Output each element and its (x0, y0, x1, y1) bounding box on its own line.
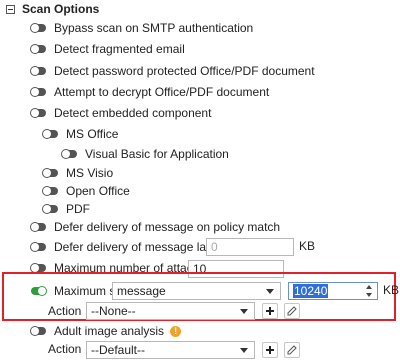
toggle-open-office[interactable] (43, 187, 58, 195)
scan-options-header[interactable]: Scan Options (6, 0, 99, 18)
edit-icon[interactable] (284, 342, 300, 358)
toggle-ms-visio[interactable] (43, 169, 58, 177)
label-ms-office: MS Office (66, 127, 119, 141)
label-decrypt: Attempt to decrypt Office/PDF document (54, 85, 270, 99)
max-size-select-value: message (117, 284, 166, 298)
toggle-password-protected[interactable] (31, 67, 46, 75)
toggle-vba[interactable] (62, 150, 77, 158)
option-fragmented: Detect fragmented email (31, 40, 185, 58)
option-ms-office: MS Office (43, 125, 118, 143)
label-defer-policy: Defer delivery of message on policy matc… (54, 220, 281, 234)
max-size-unit: KB (383, 283, 400, 297)
label-open-office: Open Office (66, 184, 130, 198)
max-size-select[interactable]: message (112, 282, 281, 300)
label-password-protected: Detect password protected Office/PDF doc… (54, 64, 315, 78)
chevron-down-icon (240, 348, 248, 353)
adult-action-select[interactable]: --Default-- (86, 341, 255, 359)
toggle-pdf[interactable] (43, 205, 58, 213)
option-defer-policy: Defer delivery of message on policy matc… (31, 218, 280, 236)
spinner-icon[interactable] (366, 285, 373, 297)
label-bypass-smtp: Bypass scan on SMTP authentication (54, 21, 254, 35)
defer-larger-input[interactable]: 0 (206, 238, 294, 256)
max-size-input[interactable]: 10240 (288, 282, 378, 300)
section-title: Scan Options (22, 2, 100, 16)
toggle-max-attachment[interactable] (31, 264, 46, 272)
defer-larger-unit: KB (299, 239, 316, 253)
edit-icon[interactable] (284, 303, 300, 319)
adult-action-label: Action (48, 342, 82, 356)
label-vba: Visual Basic for Application (85, 147, 229, 161)
label-adult-image: Adult image analysis (54, 324, 165, 338)
label-fragmented: Detect fragmented email (54, 42, 185, 56)
option-adult-image: Adult image analysis ! (31, 322, 182, 340)
label-pdf: PDF (66, 202, 90, 216)
toggle-bypass-smtp[interactable] (31, 24, 46, 32)
chevron-down-icon (266, 289, 274, 294)
toggle-embedded[interactable] (31, 109, 46, 117)
toggle-defer-larger[interactable] (31, 243, 46, 251)
action-label: Action (48, 304, 82, 318)
collapse-icon[interactable] (6, 4, 15, 14)
option-ms-visio: MS Visio (43, 164, 113, 182)
chevron-down-icon (240, 309, 248, 314)
action-select-value: --None-- (91, 304, 136, 318)
option-password-protected: Detect password protected Office/PDF doc… (31, 62, 315, 80)
adult-action-select-value: --Default-- (91, 343, 146, 357)
toggle-ms-office[interactable] (43, 130, 58, 138)
option-bypass-smtp: Bypass scan on SMTP authentication (31, 19, 253, 37)
action-select[interactable]: --None-- (86, 302, 255, 320)
toggle-decrypt[interactable] (31, 88, 46, 96)
option-embedded: Detect embedded component (31, 104, 211, 122)
label-embedded: Detect embedded component (54, 106, 212, 120)
option-vba: Visual Basic for Application (62, 145, 229, 163)
max-size-value: 10240 (293, 284, 329, 298)
label-ms-visio: MS Visio (66, 166, 114, 180)
option-pdf: PDF (43, 200, 90, 218)
toggle-adult-image[interactable] (31, 327, 46, 335)
option-open-office: Open Office (43, 182, 130, 200)
add-icon[interactable] (262, 303, 278, 319)
add-icon[interactable] (262, 342, 278, 358)
toggle-defer-policy[interactable] (31, 223, 46, 231)
toggle-max-size[interactable] (31, 287, 46, 295)
option-decrypt: Attempt to decrypt Office/PDF document (31, 83, 269, 101)
info-icon[interactable]: ! (170, 325, 182, 337)
toggle-fragmented[interactable] (31, 45, 46, 53)
